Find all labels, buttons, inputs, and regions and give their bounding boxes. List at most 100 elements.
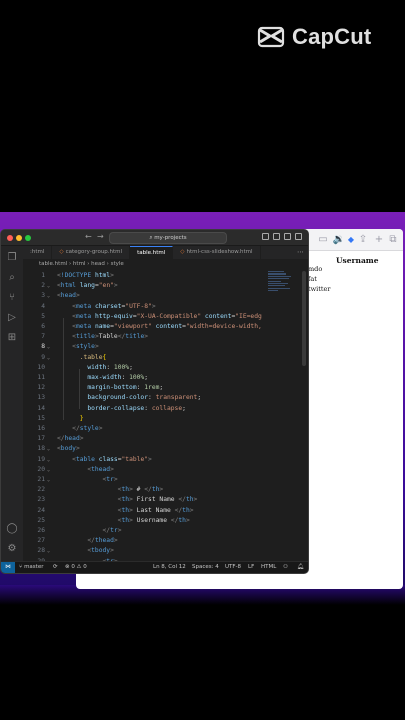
- indentation[interactable]: Spaces: 4: [192, 562, 219, 573]
- warning-count: 0: [83, 564, 87, 570]
- table-cell: mdo: [308, 265, 323, 273]
- breadcrumb-item[interactable]: style: [111, 261, 124, 267]
- code-token: transparent: [155, 394, 198, 402]
- account-icon[interactable]: ◯: [6, 523, 18, 535]
- code-text: <html lang="en">: [57, 281, 118, 291]
- code-token: #: [132, 486, 145, 494]
- code-token: >: [151, 302, 156, 310]
- minimap[interactable]: [268, 271, 294, 311]
- code-token: http-equiv: [94, 312, 133, 320]
- code-token: meta: [75, 323, 92, 330]
- toggle-panel-icon[interactable]: [273, 233, 280, 240]
- code-token: 100%: [113, 363, 130, 371]
- code-token: >: [193, 496, 198, 504]
- code-text: <meta http-equiv="X-UA-Compatible" conte…: [57, 312, 262, 322]
- code-token: ;: [197, 394, 202, 402]
- line-number: 17: [37, 435, 45, 443]
- more-actions-icon[interactable]: ⋯: [297, 246, 304, 259]
- code-text: <th> Username </th>: [57, 516, 190, 526]
- breadcrumb-item[interactable]: table.html: [39, 261, 67, 267]
- cursor-position[interactable]: Ln 8, Col 12: [153, 562, 186, 573]
- code-text: <meta charset="UTF-8">: [57, 302, 156, 312]
- command-center-search[interactable]: ⌕ my-projects: [109, 232, 227, 244]
- code-token: background-color: [87, 394, 149, 402]
- minimap-line: [268, 271, 284, 273]
- breadcrumb-item[interactable]: html: [73, 261, 86, 267]
- fold-chevron-icon[interactable]: ⌄: [47, 444, 50, 454]
- fold-chevron-icon[interactable]: ⌄: [47, 475, 50, 485]
- line-number: 16: [37, 425, 45, 432]
- code-token: >: [110, 272, 114, 279]
- code-token: >: [113, 537, 118, 545]
- customize-layout-icon[interactable]: [295, 233, 302, 240]
- code-token: tr: [106, 476, 114, 483]
- tab-slideshow[interactable]: ◇ html-css-slideshow.html: [173, 246, 261, 259]
- code-token: content: [204, 312, 232, 320]
- watermark-text: CapCut: [292, 24, 372, 49]
- code-editor[interactable]: 1 <!DOCTYPE html> 2 ⌄ <html lang="en"> 3 ⌄ <hea…: [23, 269, 308, 561]
- share-icon[interactable]: ⇪: [356, 233, 370, 247]
- gear-icon[interactable]: ⚙: [6, 543, 18, 555]
- code-text: <tbody>: [57, 546, 114, 556]
- line-number: 25: [37, 516, 45, 524]
- code-token: >: [110, 547, 114, 555]
- code-token: head: [60, 292, 76, 300]
- explorer-icon[interactable]: ❐: [6, 252, 18, 264]
- run-debug-icon[interactable]: ▷: [6, 312, 18, 324]
- breadcrumb-item[interactable]: head: [91, 261, 105, 267]
- code-token: >: [185, 516, 190, 524]
- fold-chevron-icon[interactable]: ⌄: [47, 546, 50, 556]
- code-text: <style>: [57, 342, 99, 352]
- code-token: </: [144, 486, 152, 494]
- minimize-button[interactable]: [16, 235, 22, 241]
- fold-chevron-icon[interactable]: ⌄: [47, 281, 50, 291]
- sidebar-icon[interactable]: ▭: [316, 233, 330, 247]
- line-ending[interactable]: LF: [248, 562, 254, 573]
- problems-indicator[interactable]: ⊗ 0 ⚠ 0: [65, 562, 87, 573]
- html-file-icon: ◇: [59, 249, 64, 255]
- remote-indicator-icon[interactable]: ⋈: [1, 562, 15, 573]
- tab-overview-icon[interactable]: ⧉: [386, 233, 400, 247]
- encoding[interactable]: UTF-8: [225, 562, 241, 573]
- sync-icon[interactable]: ⟳: [53, 562, 58, 573]
- toggle-secondary-sidebar-icon[interactable]: [284, 233, 291, 240]
- fold-chevron-icon[interactable]: ⌄: [47, 353, 50, 363]
- line-number: 1: [41, 272, 45, 279]
- code-token: >: [117, 527, 122, 534]
- line-number: 15: [37, 414, 45, 422]
- source-control-icon[interactable]: ⑂: [6, 292, 18, 304]
- tab-label: :html: [30, 249, 45, 255]
- fold-chevron-icon[interactable]: ⌄: [47, 465, 50, 475]
- notifications-bell-icon[interactable]: 🔔︎: [297, 562, 304, 573]
- line-number: 28: [37, 547, 45, 555]
- language-mode[interactable]: HTML: [261, 562, 276, 573]
- code-token: th: [121, 486, 130, 494]
- close-button[interactable]: [7, 235, 13, 241]
- code-text: background-color: transparent;: [57, 393, 201, 403]
- tab-table[interactable]: table.html: [130, 246, 174, 259]
- code-token: </: [178, 496, 186, 504]
- branch-indicator[interactable]: ⑂ master: [19, 562, 43, 573]
- line-number: 23: [37, 496, 45, 504]
- code-token: Last Name: [132, 506, 175, 514]
- fold-chevron-icon[interactable]: ⌄: [47, 291, 50, 301]
- code-token: !DOCTYPE: [60, 272, 92, 279]
- search-icon[interactable]: ⌕: [6, 272, 18, 284]
- tab-category-group[interactable]: ◇ category-group.html: [52, 246, 131, 259]
- forward-arrow-icon[interactable]: →: [97, 232, 104, 241]
- minimap-line: [268, 278, 289, 280]
- extensions-icon[interactable]: ⊞: [6, 332, 18, 344]
- copilot-icon[interactable]: ⚇: [283, 562, 288, 573]
- vertical-scrollbar[interactable]: [302, 271, 306, 366]
- new-tab-icon[interactable]: +: [372, 233, 386, 247]
- fold-chevron-icon[interactable]: ⌄: [47, 455, 50, 465]
- fold-chevron-icon[interactable]: ⌄: [47, 342, 50, 352]
- back-arrow-icon[interactable]: ←: [85, 232, 92, 241]
- toggle-sidebar-icon[interactable]: [262, 233, 269, 240]
- code-text: </thead>: [57, 536, 118, 546]
- tab-html[interactable]: :html: [23, 246, 53, 259]
- zoom-button[interactable]: [25, 235, 31, 241]
